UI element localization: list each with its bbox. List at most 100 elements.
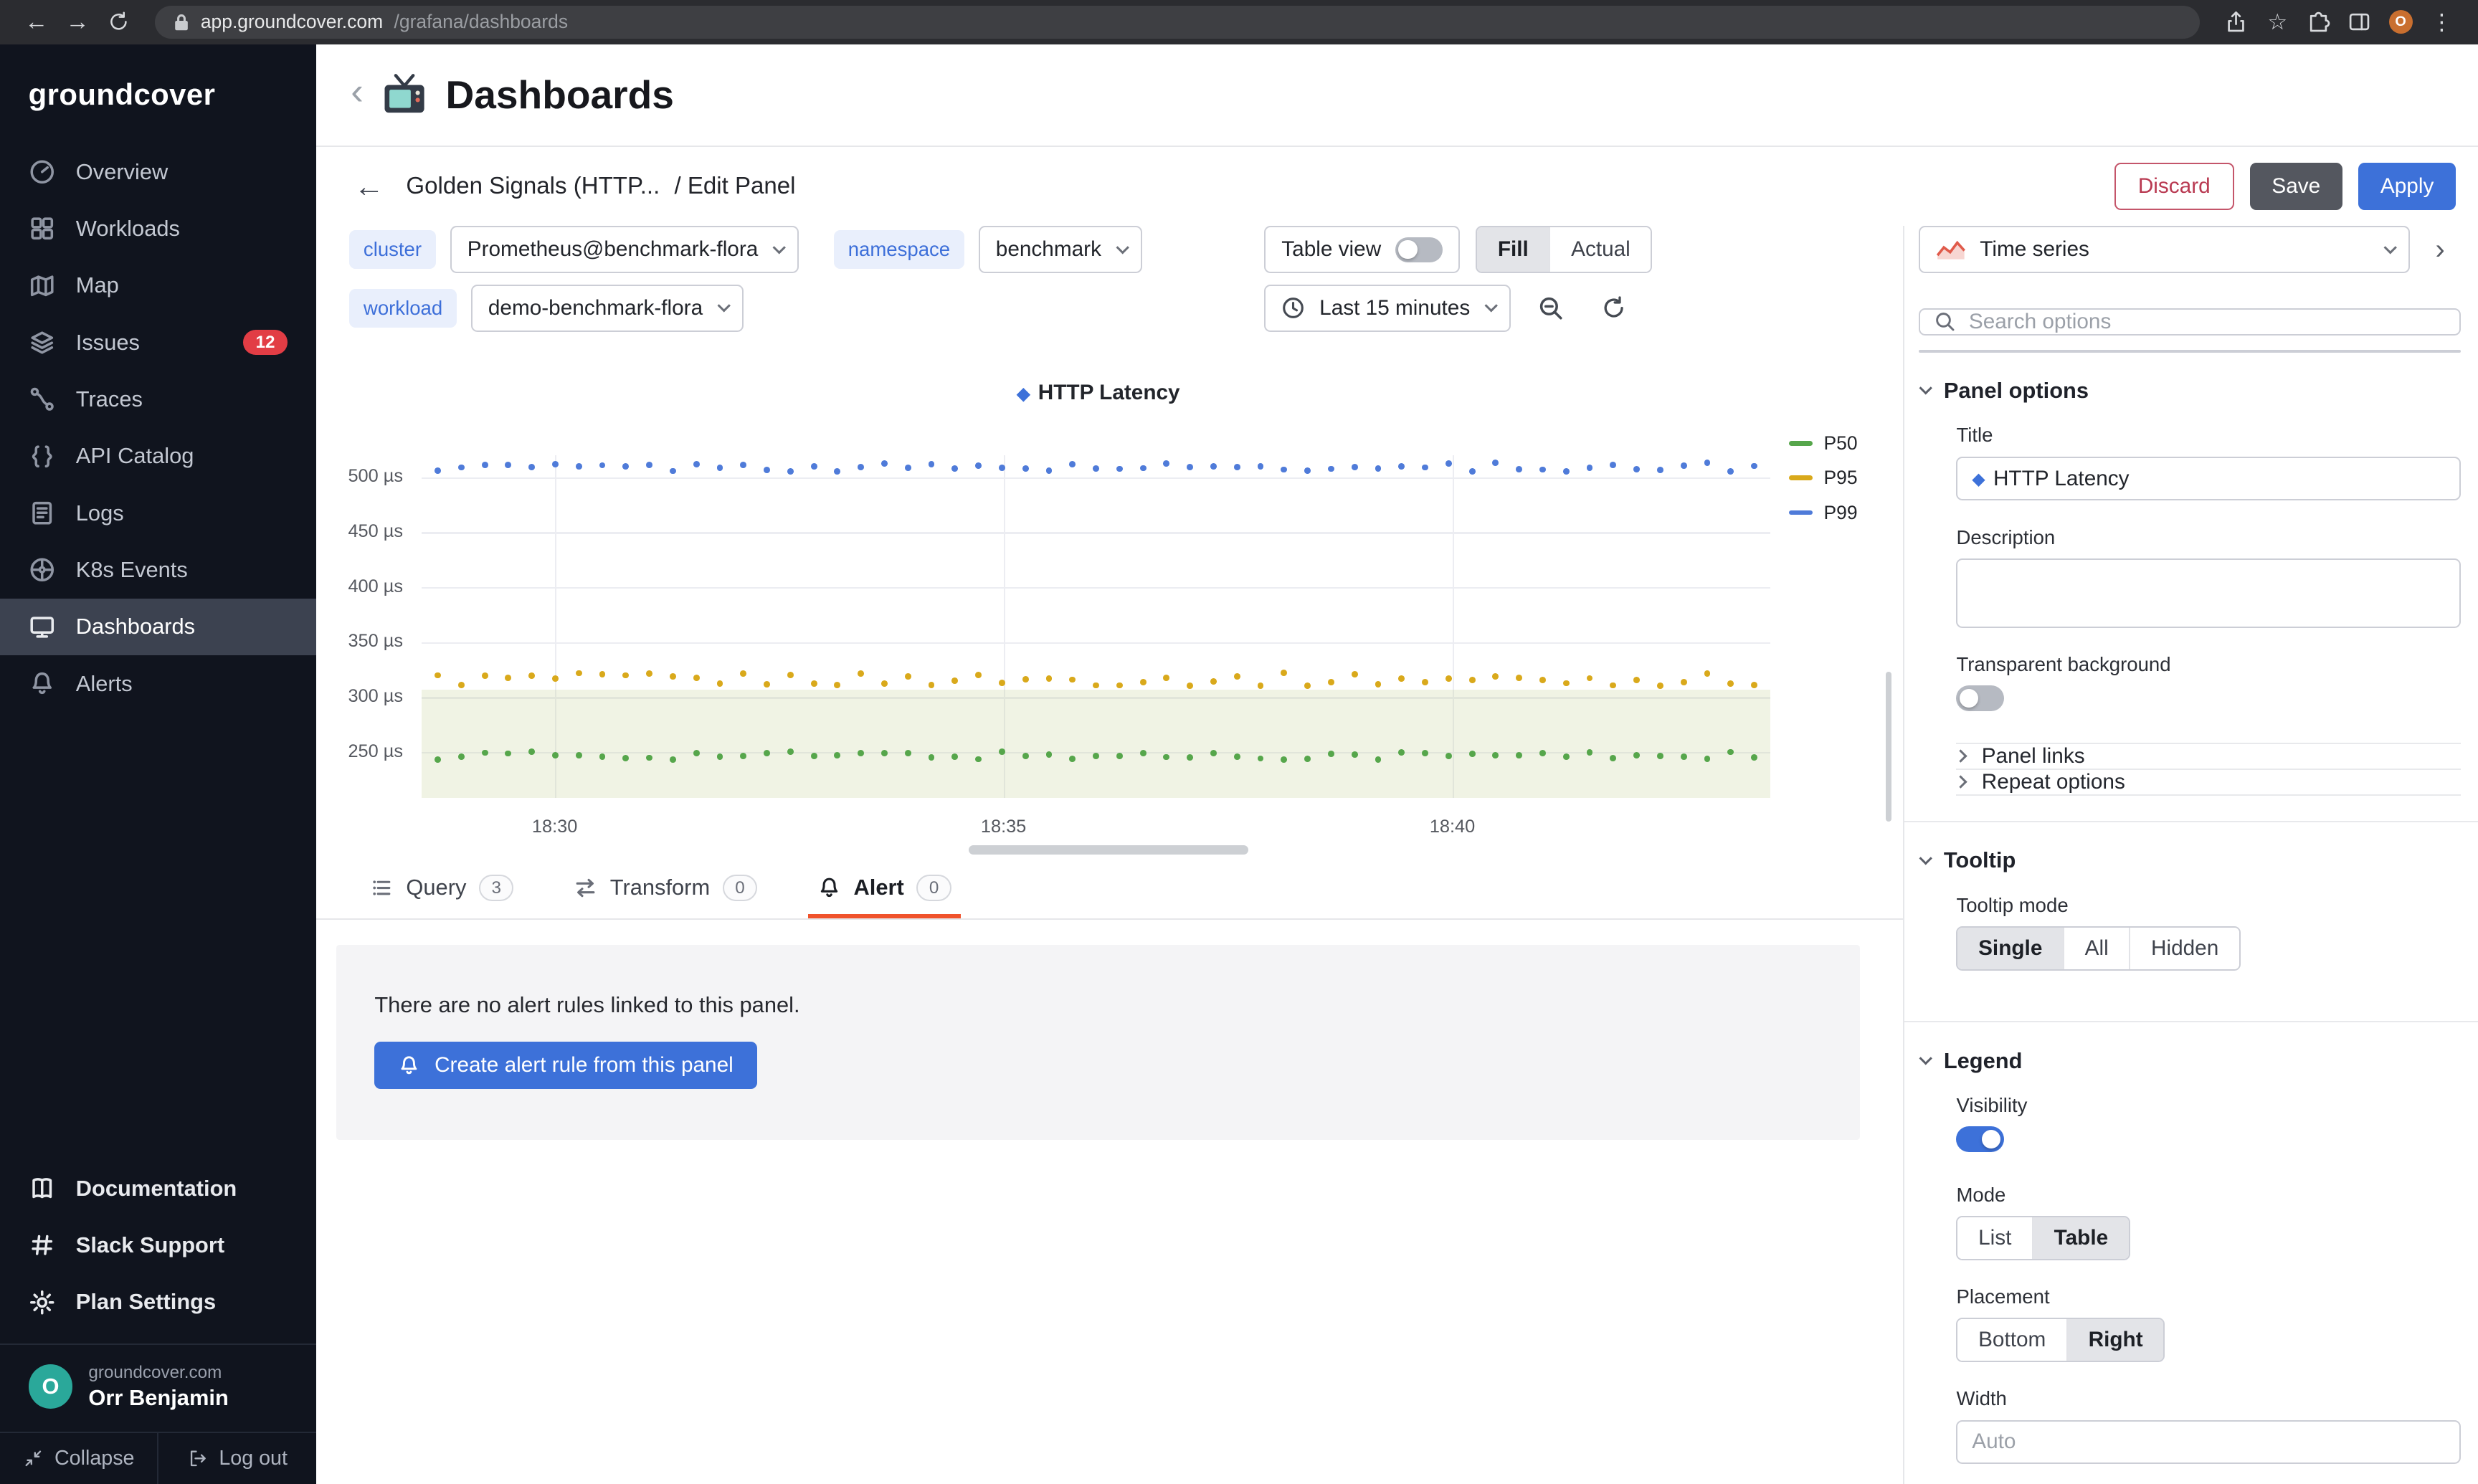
data-point-p99 [1469, 468, 1476, 475]
tooltip-section-header[interactable]: Tooltip [1919, 847, 2461, 873]
sidebar-item-slack-support[interactable]: Slack Support [0, 1217, 316, 1273]
refresh-icon[interactable] [1590, 285, 1637, 332]
tooltip-mode-group: Single All Hidden [1956, 926, 2240, 971]
data-point-p50 [1681, 753, 1687, 760]
tab-alert[interactable]: Alert 0 [808, 875, 961, 918]
transparent-background-toggle[interactable] [1956, 685, 2003, 710]
sidebar-item-workloads[interactable]: Workloads [0, 200, 316, 257]
tooltip-mode-hidden[interactable]: Hidden [2129, 928, 2239, 969]
zoom-out-icon[interactable] [1527, 285, 1574, 332]
data-point-p99 [505, 462, 511, 468]
legend-item[interactable]: P95 [1789, 466, 1858, 490]
panel-title-input[interactable]: ◆ HTTP Latency [1956, 457, 2460, 501]
data-point-p99 [482, 462, 488, 468]
legend-item[interactable]: P99 [1789, 501, 1858, 525]
repeat-options-row[interactable]: Repeat options [1956, 769, 2460, 796]
data-point-p95 [1140, 679, 1147, 685]
description-label: Description [1956, 526, 2460, 549]
data-point-p50 [1422, 750, 1428, 756]
options-pane-collapse-button[interactable]: › [2419, 226, 2460, 273]
workload-select[interactable]: demo-benchmark-flora [471, 285, 744, 332]
tab-transform[interactable]: Transform 0 [564, 875, 766, 918]
data-point-p99 [787, 468, 794, 475]
browser-menu-kebab-icon[interactable]: ⋮ [2421, 9, 2462, 35]
bookmark-star-icon[interactable]: ☆ [2257, 9, 2298, 35]
tab-query[interactable]: Query 3 [361, 875, 523, 918]
panel-description-input[interactable] [1956, 558, 2460, 628]
data-point-p95 [1022, 676, 1029, 682]
sidebar-item-k8s-events[interactable]: K8s Events [0, 541, 316, 598]
data-point-p95 [1069, 677, 1076, 683]
breadcrumb[interactable]: Golden Signals (HTTP... / Edit Panel [406, 173, 795, 200]
legend-visibility-label: Visibility [1956, 1094, 2460, 1117]
namespace-chip[interactable]: namespace [834, 230, 964, 269]
back-arrow-icon[interactable]: ← [354, 171, 384, 201]
legend-mode-list[interactable]: List [1957, 1217, 2032, 1259]
tooltip-section: Tooltip Tooltip mode Single All Hidden [1904, 821, 2478, 996]
save-button[interactable]: Save [2250, 163, 2343, 210]
create-alert-rule-button[interactable]: Create alert rule from this panel [374, 1042, 756, 1089]
browser-back-icon[interactable]: ← [16, 0, 57, 44]
legend-placement-right[interactable]: Right [2066, 1319, 2163, 1361]
data-point-p50 [576, 752, 582, 758]
panel-options-section-header[interactable]: Panel options [1919, 378, 2461, 404]
actual-option[interactable]: Actual [1549, 227, 1651, 272]
address-bar[interactable]: app.groundcover.com/grafana/dashboards [155, 6, 2200, 39]
sidebar-item-documentation[interactable]: Documentation [0, 1160, 316, 1217]
apply-button[interactable]: Apply [2358, 163, 2456, 210]
sidebar-item-overview[interactable]: Overview [0, 143, 316, 200]
time-range-picker[interactable]: Last 15 minutes [1264, 285, 1511, 332]
data-point-p95 [1681, 679, 1687, 685]
browser-sidepanel-icon[interactable] [2339, 10, 2380, 34]
sidebar-item-map[interactable]: Map [0, 257, 316, 314]
data-point-p95 [1516, 675, 1522, 681]
legend-width-input[interactable] [1956, 1420, 2460, 1465]
cluster-select[interactable]: Prometheus@benchmark-flora [450, 226, 799, 273]
tooltip-mode-all[interactable]: All [2063, 928, 2129, 969]
user-profile[interactable]: O groundcover.com Orr Benjamin [0, 1343, 316, 1432]
sidebar-item-api-catalog[interactable]: API Catalog [0, 428, 316, 485]
sidebar-item-issues[interactable]: Issues 12 [0, 314, 316, 371]
logout-button[interactable]: Log out [158, 1433, 315, 1484]
browser-profile-avatar[interactable]: O [2380, 10, 2421, 34]
browser-forward-icon[interactable]: → [57, 0, 98, 44]
sidebar-item-dashboards[interactable]: Dashboards [0, 599, 316, 655]
legend-visibility-toggle[interactable] [1956, 1126, 2003, 1151]
data-point-p99 [740, 462, 746, 468]
visualization-select[interactable]: Time series [1919, 226, 2411, 273]
back-chevron-icon[interactable]: ‹ [351, 73, 364, 111]
tooltip-mode-single[interactable]: Single [1957, 928, 2063, 969]
table-view-toggle[interactable] [1395, 237, 1443, 262]
data-point-p99 [905, 465, 911, 471]
extensions-puzzle-icon[interactable] [2298, 10, 2339, 34]
options-search[interactable] [1919, 308, 2461, 336]
workload-chip[interactable]: workload [349, 289, 457, 328]
panel-links-row[interactable]: Panel links [1956, 743, 2460, 769]
legend-item[interactable]: P50 [1789, 432, 1858, 455]
sidebar-item-plan-settings[interactable]: Plan Settings [0, 1274, 316, 1331]
legend-mode-table[interactable]: Table [2032, 1217, 2129, 1259]
options-search-input[interactable] [1969, 310, 2445, 334]
cluster-chip[interactable]: cluster [349, 230, 436, 269]
chart-legend: P50 P95 P99 [1789, 432, 1858, 525]
discard-button[interactable]: Discard [2114, 163, 2234, 210]
browser-reload-icon[interactable] [98, 11, 139, 33]
legend-section-header[interactable]: Legend [1919, 1048, 2461, 1074]
sidebar-item-alerts[interactable]: Alerts [0, 655, 316, 712]
vertical-scrollbar[interactable] [1886, 672, 1892, 822]
share-icon[interactable] [2216, 10, 2256, 34]
collapse-arrows-icon [23, 1448, 44, 1469]
namespace-select[interactable]: benchmark [979, 226, 1142, 273]
horizontal-scrollbar[interactable] [969, 845, 1248, 855]
map-icon [29, 272, 55, 299]
data-point-p50 [693, 750, 700, 756]
sidebar-item-logs[interactable]: Logs [0, 485, 316, 541]
fill-option[interactable]: Fill [1477, 227, 1549, 272]
description-field: Description [1919, 526, 2461, 628]
sidebar-item-traces[interactable]: Traces [0, 371, 316, 427]
breadcrumb-dashboard-name[interactable]: Golden Signals (HTTP... [406, 173, 660, 199]
collapse-sidebar-button[interactable]: Collapse [0, 1433, 158, 1484]
url-path: /grafana/dashboards [394, 11, 569, 33]
legend-placement-bottom[interactable]: Bottom [1957, 1319, 2066, 1361]
data-point-p95 [858, 670, 864, 677]
